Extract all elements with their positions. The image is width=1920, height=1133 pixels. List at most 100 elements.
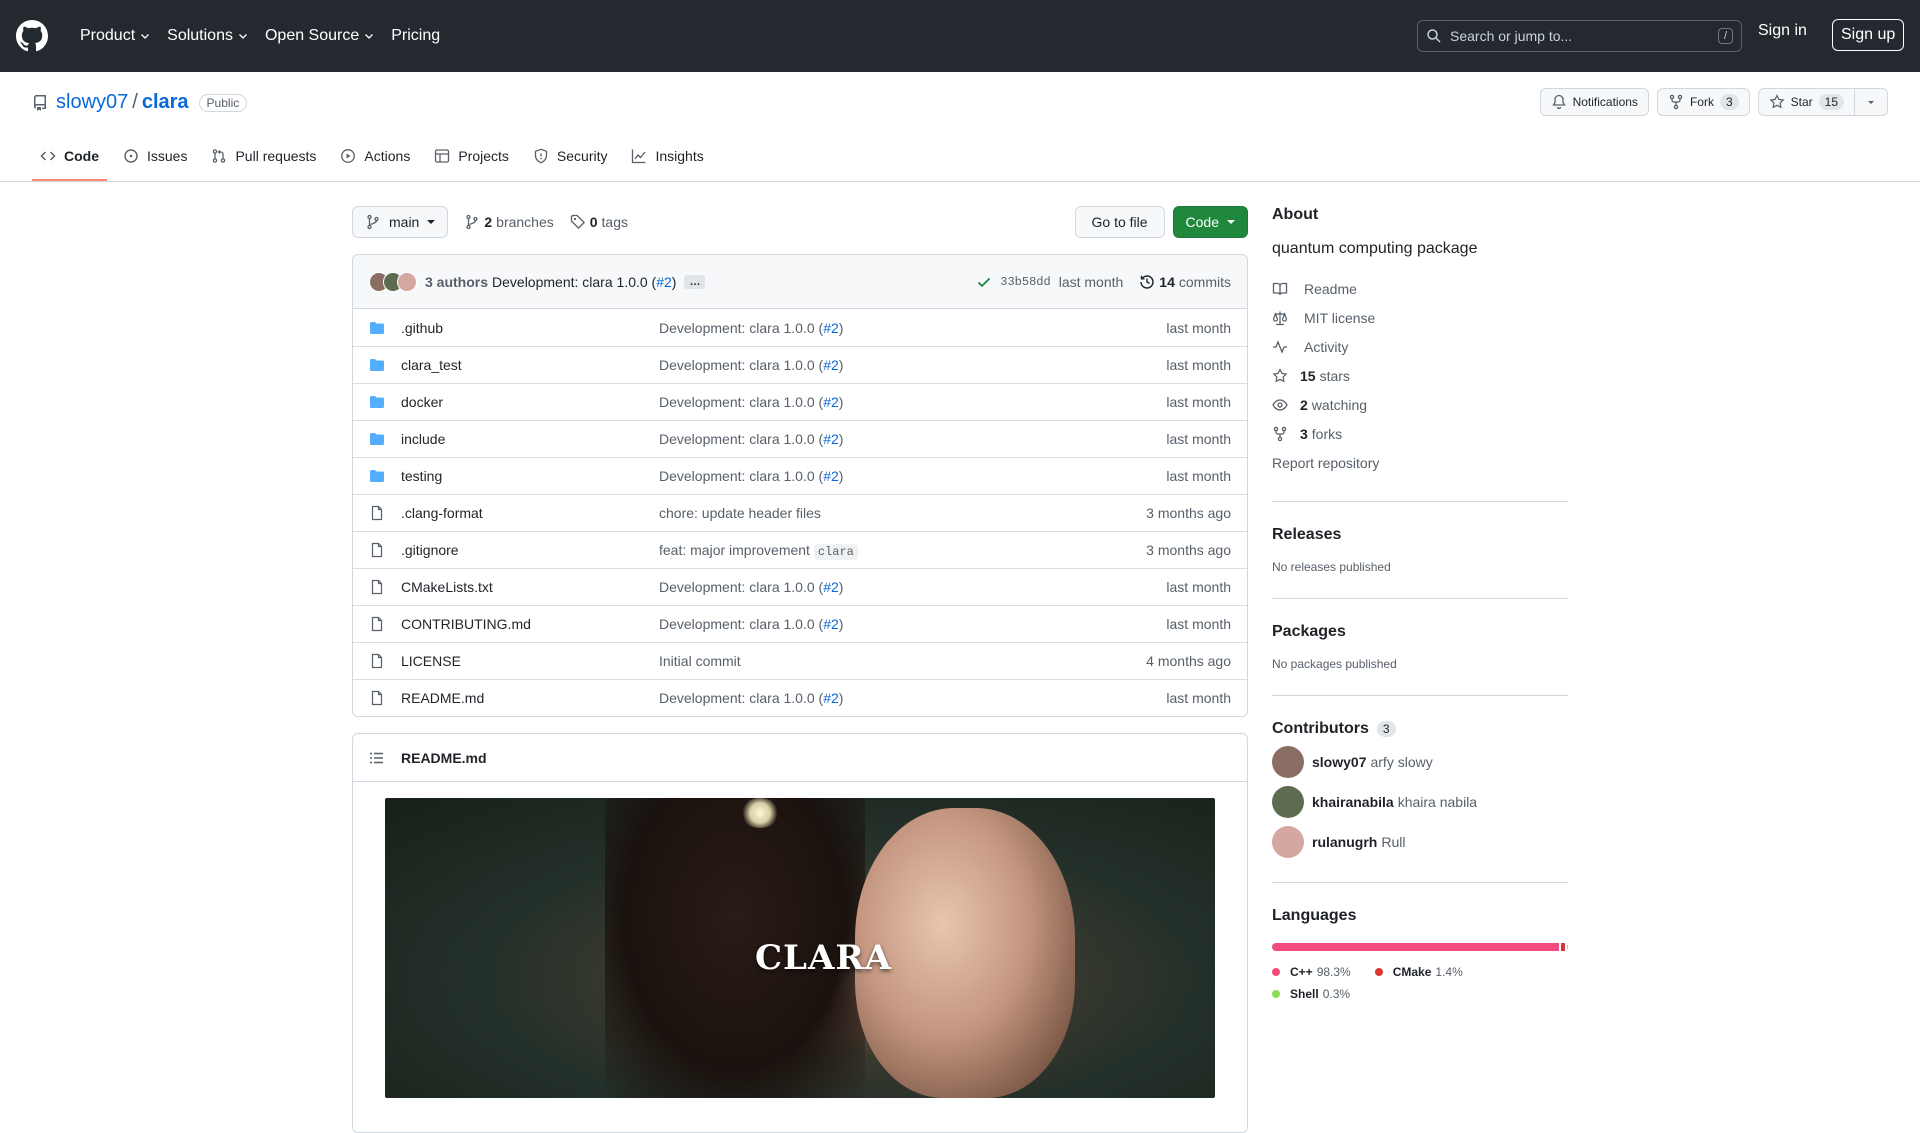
nav-product[interactable]: Product — [72, 16, 159, 56]
commit-message[interactable]: Development: clara 1.0.0 (#2) — [492, 274, 676, 290]
commit-pr-link[interactable]: #2 — [656, 274, 672, 290]
search-input[interactable]: Search or jump to... / — [1417, 20, 1742, 52]
tab-code[interactable]: Code — [32, 133, 107, 181]
commit-authors-link[interactable]: 3 authors — [425, 274, 488, 290]
file-name-link[interactable]: CONTRIBUTING.md — [401, 616, 659, 632]
contributor-item[interactable]: rulanugrh Rull — [1272, 826, 1568, 858]
fork-button[interactable]: Fork 3 — [1656, 88, 1750, 116]
github-logo-icon[interactable] — [16, 20, 48, 52]
file-row[interactable]: .gitignore feat: major improvement clara 3… — [353, 531, 1247, 568]
file-commit-message[interactable]: Development: clara 1.0.0 (#2) — [659, 616, 1166, 632]
tab-security[interactable]: Security — [525, 133, 616, 181]
file-commit-message[interactable]: Development: clara 1.0.0 (#2) — [659, 468, 1166, 484]
check-icon[interactable] — [976, 274, 992, 290]
nav-open-source[interactable]: Open Source — [257, 16, 383, 56]
file-commit-pr-link[interactable]: #2 — [823, 357, 839, 373]
file-commit-message[interactable]: feat: major improvement clara — [659, 542, 1146, 560]
tab-issues[interactable]: Issues — [115, 133, 195, 181]
branch-selector-button[interactable]: main — [352, 206, 449, 238]
language-item[interactable]: C++ 98.3% — [1272, 961, 1351, 983]
branches-link[interactable]: 2 branches — [464, 214, 554, 230]
language-name: C++ — [1290, 965, 1313, 979]
watchers-link[interactable]: 2 watching — [1272, 390, 1568, 419]
file-name-link[interactable]: include — [401, 431, 659, 447]
pulse-icon — [1273, 339, 1287, 354]
file-row[interactable]: docker Development: clara 1.0.0 (#2) last … — [353, 383, 1247, 420]
file-commit-message[interactable]: Development: clara 1.0.0 (#2) — [659, 320, 1166, 336]
file-commit-pr-link[interactable]: #2 — [823, 616, 839, 632]
file-icon — [371, 653, 383, 669]
tab-pull-requests[interactable]: Pull requests — [203, 133, 324, 181]
stars-link[interactable]: 15 stars — [1272, 361, 1568, 390]
sign-in-link[interactable]: Sign in — [1758, 22, 1807, 40]
file-commit-message[interactable]: Development: clara 1.0.0 (#2) — [659, 690, 1166, 706]
file-row[interactable]: LICENSE Initial commit 4 months ago — [353, 642, 1247, 679]
forks-link[interactable]: 3 forks — [1272, 419, 1568, 448]
code-button[interactable]: Code — [1172, 206, 1248, 238]
tab-insights[interactable]: Insights — [623, 133, 711, 181]
file-commit-pr-link[interactable]: #2 — [823, 320, 839, 336]
activity-link[interactable]: Activity — [1272, 332, 1568, 361]
file-row[interactable]: include Development: clara 1.0.0 (#2) last… — [353, 420, 1247, 457]
list-unordered-icon[interactable] — [369, 750, 385, 766]
file-name-link[interactable]: README.md — [401, 690, 659, 706]
file-commit-pr-link[interactable]: #2 — [823, 431, 839, 447]
file-row[interactable]: CONTRIBUTING.md Development: clara 1.0.0 … — [353, 605, 1247, 642]
file-row[interactable]: testing Development: clara 1.0.0 (#2) last… — [353, 457, 1247, 494]
file-row[interactable]: clara_test Development: clara 1.0.0 (#2) l… — [353, 346, 1247, 383]
file-commit-pr-link[interactable]: #2 — [823, 690, 839, 706]
contributor-item[interactable]: khairanabila khaira nabila — [1272, 786, 1568, 818]
releases-heading[interactable]: Releases — [1272, 526, 1568, 544]
tab-actions[interactable]: Actions — [332, 133, 418, 181]
repo-owner-link[interactable]: slowy07 — [56, 91, 128, 114]
commit-message-end: ) — [671, 273, 677, 290]
file-commit-pr-link[interactable]: #2 — [823, 579, 839, 595]
report-repository-link[interactable]: Report repository — [1272, 448, 1568, 477]
file-commit-message[interactable]: chore: update header files — [659, 505, 1146, 521]
file-commit-message[interactable]: Development: clara 1.0.0 (#2) — [659, 431, 1166, 447]
languages-list: C++ 98.3% CMake 1.4% Shell 0.3% — [1272, 961, 1568, 1005]
tab-projects[interactable]: Projects — [426, 133, 517, 181]
star-count: 15 — [1818, 94, 1844, 110]
language-item[interactable]: CMake 1.4% — [1374, 961, 1463, 983]
file-name-link[interactable]: CMakeLists.txt — [401, 579, 659, 595]
file-name-link[interactable]: LICENSE — [401, 653, 659, 669]
file-row[interactable]: .github Development: clara 1.0.0 (#2) last… — [353, 309, 1247, 346]
nav-pricing[interactable]: Pricing — [383, 16, 448, 56]
file-commit-pr-link[interactable]: #2 — [823, 468, 839, 484]
file-name-link[interactable]: .gitignore — [401, 542, 659, 558]
readme-link[interactable]: Readme — [1272, 274, 1568, 303]
file-row[interactable]: README.md Development: clara 1.0.0 (#2) la… — [353, 679, 1247, 716]
commit-sha-link[interactable]: 33b58dd — [1000, 275, 1050, 289]
readme-filename[interactable]: README.md — [401, 750, 487, 766]
file-name-link[interactable]: clara_test — [401, 357, 659, 373]
expand-commit-button[interactable]: … — [684, 274, 706, 289]
contributors-heading[interactable]: Contributors — [1272, 720, 1369, 738]
packages-heading[interactable]: Packages — [1272, 623, 1568, 641]
file-name-link[interactable]: .github — [401, 320, 659, 336]
repo-name-link[interactable]: clara — [142, 91, 189, 114]
file-row[interactable]: CMakeLists.txt Development: clara 1.0.0 (… — [353, 568, 1247, 605]
tags-link[interactable]: 0 tags — [570, 214, 628, 230]
file-commit-message[interactable]: Development: clara 1.0.0 (#2) — [659, 579, 1166, 595]
license-link[interactable]: MIT license — [1272, 303, 1568, 332]
history-icon — [1140, 274, 1154, 289]
file-name-link[interactable]: docker — [401, 394, 659, 410]
file-commit-message[interactable]: Development: clara 1.0.0 (#2) — [659, 357, 1166, 373]
nav-solutions[interactable]: Solutions — [159, 16, 257, 56]
language-item[interactable]: Shell 0.3% — [1272, 983, 1350, 1005]
file-commit-message[interactable]: Development: clara 1.0.0 (#2) — [659, 394, 1166, 410]
file-commit-pr-link[interactable]: #2 — [823, 394, 839, 410]
author-avatars[interactable] — [369, 271, 417, 292]
star-button[interactable]: Star 15 — [1757, 88, 1855, 116]
star-dropdown-button[interactable] — [1855, 88, 1888, 116]
contributor-item[interactable]: slowy07 arfy slowy — [1272, 746, 1568, 778]
sign-up-button[interactable]: Sign up — [1832, 19, 1905, 51]
file-name-link[interactable]: .clang-format — [401, 505, 659, 521]
file-row[interactable]: .clang-format chore: update header files 3… — [353, 494, 1247, 531]
file-commit-message[interactable]: Initial commit — [659, 653, 1146, 669]
file-name-link[interactable]: testing — [401, 468, 659, 484]
commits-history-link[interactable]: 14 commits — [1139, 274, 1231, 290]
notifications-button[interactable]: Notifications — [1539, 88, 1649, 116]
go-to-file-button[interactable]: Go to file — [1074, 206, 1165, 238]
